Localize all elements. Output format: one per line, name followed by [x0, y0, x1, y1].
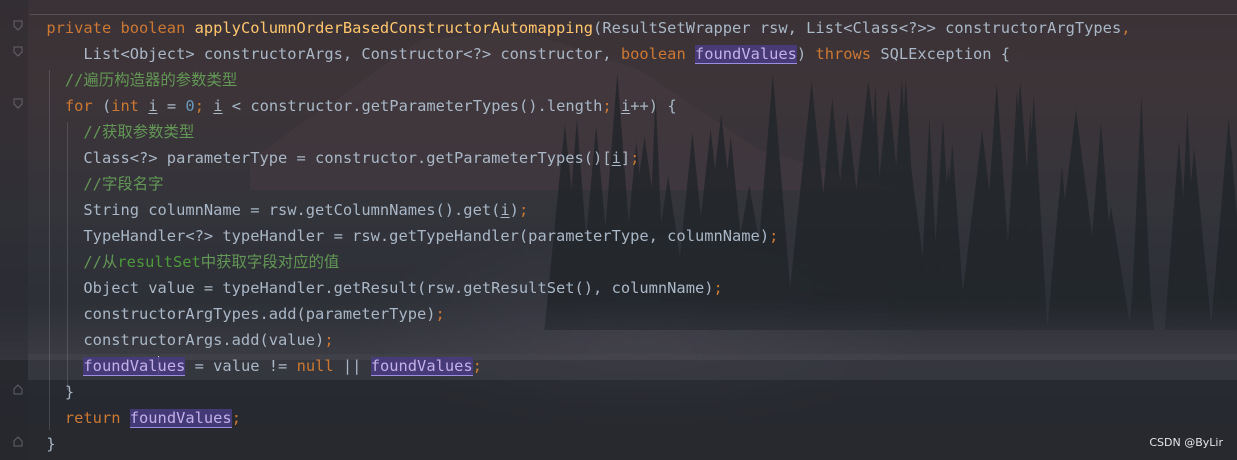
- code-token: foundVal: [83, 357, 158, 376]
- code-editor[interactable]: private boolean applyColumnOrderBasedCon…: [0, 15, 1131, 457]
- code-token: ues: [157, 357, 186, 376]
- code-line[interactable]: for (int i = 0; i < constructor.getParam…: [0, 93, 1131, 119]
- code-token: Class<?> parameterType = constructor.get…: [83, 149, 612, 167]
- code-token: ++) {: [630, 97, 677, 115]
- code-line[interactable]: String columnName = rsw.getColumnNames()…: [0, 197, 1131, 223]
- code-token: (: [101, 97, 112, 115]
- code-line[interactable]: }: [0, 379, 1131, 405]
- code-token: TypeHandler<?> typeHandler = rsw.getType…: [83, 227, 770, 245]
- code-token: ): [509, 201, 519, 219]
- code-token: i: [620, 97, 631, 115]
- code-token: ): [796, 45, 816, 63]
- code-line[interactable]: private boolean applyColumnOrderBasedCon…: [0, 15, 1131, 41]
- code-line[interactable]: //从resultSet中获取字段对应的值: [0, 249, 1131, 275]
- code-token: ||: [342, 357, 371, 375]
- code-line[interactable]: return foundValues;: [0, 405, 1131, 431]
- code-token: (ResultSetWrapper rsw, List<Class<?>> co…: [593, 19, 1122, 37]
- code-token: foundValues: [129, 409, 232, 428]
- code-token: for: [64, 97, 102, 115]
- code-line[interactable]: constructorArgTypes.add(parameterType);: [0, 301, 1131, 327]
- code-line[interactable]: constructorArgs.add(value);: [0, 327, 1131, 353]
- code-token: //获取参数类型: [83, 123, 195, 141]
- code-token: < constructor.getParameterTypes().length: [222, 97, 603, 115]
- code-token: ;: [713, 279, 723, 297]
- code-token: boolean: [620, 45, 695, 63]
- code-token: constructorArgs.add(value): [83, 331, 325, 349]
- code-token: }: [64, 383, 75, 401]
- code-token: resultSet: [117, 253, 201, 271]
- code-token: = value !=: [185, 357, 297, 375]
- code-line[interactable]: //字段名字: [0, 171, 1131, 197]
- code-token: foundValues: [370, 357, 473, 376]
- code-token: private boolean: [46, 19, 195, 37]
- code-token: ;: [435, 305, 445, 323]
- code-token: Object value = typeHandler.getResult(rsw…: [83, 279, 714, 297]
- code-token: i: [611, 149, 621, 167]
- code-token: String columnName = rsw.getColumnNames()…: [83, 201, 501, 219]
- code-token: }: [46, 435, 56, 453]
- code-token: SQLException {: [880, 45, 1011, 63]
- code-token: ;: [769, 227, 779, 245]
- code-token: int: [111, 97, 149, 115]
- code-line[interactable]: //遍历构造器的参数类型: [0, 67, 1131, 93]
- code-token: ;: [231, 409, 241, 427]
- code-token: List<Object> constructorArgs, Constructo…: [83, 45, 621, 63]
- code-token: =: [157, 97, 186, 115]
- code-token: return: [64, 409, 130, 427]
- watermark: CSDN @ByLir: [1149, 436, 1223, 449]
- code-token: ;: [602, 97, 621, 115]
- code-token: foundValues: [694, 45, 797, 64]
- code-token: i: [500, 201, 510, 219]
- code-token: constructorArgTypes.add(parameterType): [83, 305, 436, 323]
- code-line[interactable]: }: [0, 431, 1131, 457]
- code-token: ,: [1121, 19, 1131, 37]
- code-line[interactable]: foundValues = value != null || foundValu…: [0, 353, 1131, 379]
- code-token: throws: [815, 45, 881, 63]
- code-token: i: [213, 97, 223, 115]
- code-token: applyColumnOrderBasedConstructorAutomapp…: [194, 19, 594, 37]
- code-token: //从: [83, 253, 118, 271]
- code-token: i: [148, 97, 158, 115]
- code-token: ]: [620, 149, 631, 167]
- code-token: null: [296, 357, 343, 375]
- code-token: ;: [630, 149, 640, 167]
- code-line[interactable]: Class<?> parameterType = constructor.get…: [0, 145, 1131, 171]
- code-token: ;: [194, 97, 214, 115]
- code-line[interactable]: TypeHandler<?> typeHandler = rsw.getType…: [0, 223, 1131, 249]
- code-line[interactable]: List<Object> constructorArgs, Constructo…: [0, 41, 1131, 67]
- code-line[interactable]: //获取参数类型: [0, 119, 1131, 145]
- code-token: ;: [518, 201, 529, 219]
- code-token: //遍历构造器的参数类型: [64, 71, 238, 89]
- code-line[interactable]: Object value = typeHandler.getResult(rsw…: [0, 275, 1131, 301]
- code-token: ;: [324, 331, 334, 349]
- code-token: 中获取字段对应的值: [200, 253, 340, 271]
- code-token: 0: [185, 97, 195, 115]
- code-token: //字段名字: [83, 175, 164, 193]
- code-token: ;: [472, 357, 482, 375]
